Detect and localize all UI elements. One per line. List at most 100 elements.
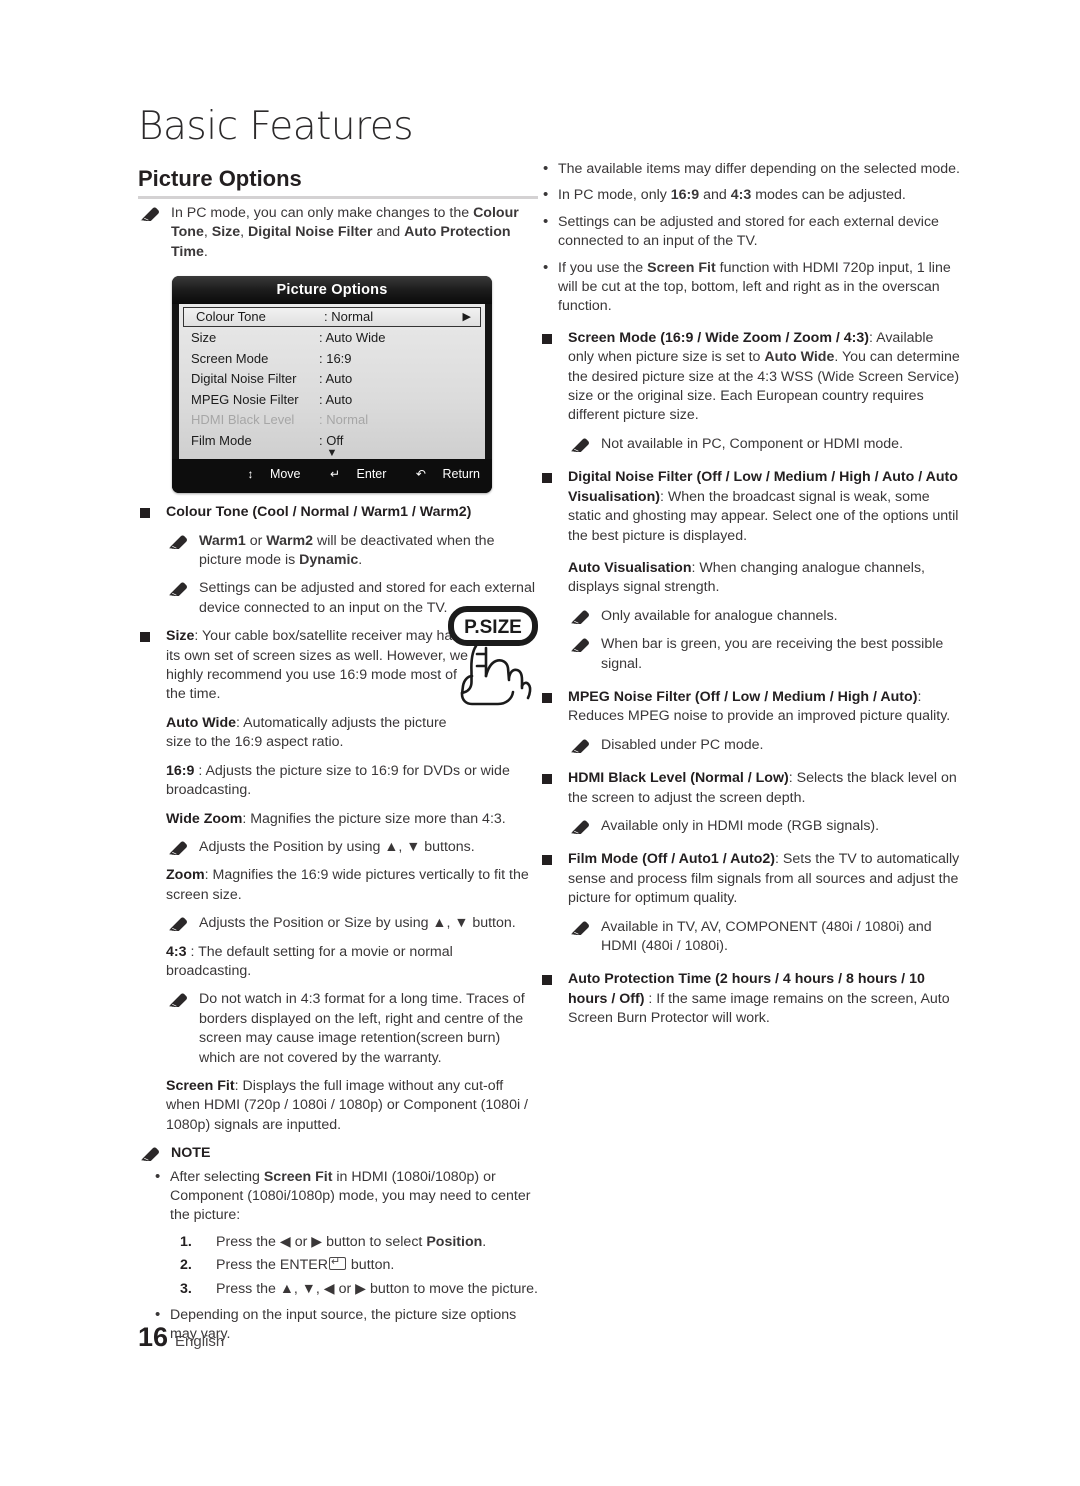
step-1-number: 1.: [180, 1233, 192, 1250]
intro-note: In PC mode, you can only make changes to…: [138, 204, 540, 262]
right-bullet-2: In PC mode, only 16:9 and 4:3 modes can …: [540, 185, 960, 205]
osd-row-digital-noise-filter[interactable]: Digital Noise Filter : Auto: [179, 369, 485, 390]
auto-visualisation-term: Auto Visualisation: [568, 559, 692, 576]
step-2: 2. Press the ENTER button.: [180, 1253, 540, 1275]
right-bullet-2-b2: 4:3: [730, 187, 752, 204]
osd-enter-label: Enter: [356, 467, 387, 481]
right-bullet-2-b: 16:9: [670, 187, 700, 204]
osd-label: Size: [191, 330, 217, 345]
wide-zoom-body: : Magnifies the picture size more than 4…: [242, 810, 506, 827]
enter-key-icon: ↵: [330, 467, 341, 481]
screen-fit-block: Screen Fit: Displays the full image with…: [166, 1077, 540, 1135]
section-divider: [138, 196, 538, 199]
return-arrow-icon: ↶: [415, 467, 426, 481]
mpeg-note-text: Disabled under PC mode.: [601, 736, 764, 753]
size-body: : Your cable box/satellite receiver may …: [166, 628, 468, 703]
auto-wide-term: Auto Wide: [166, 714, 237, 731]
pencil-icon: [140, 205, 164, 222]
osd-label: Digital Noise Filter: [191, 371, 297, 386]
ratio-4-3-note-text: Do not watch in 4:3 format for a long ti…: [199, 991, 525, 1066]
colour-tone-note-1: Warm1 or Warm2 will be deactivated when …: [166, 532, 540, 571]
note-label: NOTE: [171, 1145, 211, 1162]
colour-tone-note-1-text: Warm1 or Warm2 will be deactivated when …: [199, 532, 495, 569]
right-bullet-3: Settings can be adjusted and stored for …: [540, 212, 960, 252]
step-1-b: Position: [426, 1233, 483, 1250]
page-language: English: [175, 1333, 225, 1350]
ratio-4-3-block: 4:3 : The default setting for a movie or…: [166, 943, 540, 982]
right-bullet-4-a: If you use the: [558, 259, 648, 276]
move-arrows-icon: ↕: [247, 467, 254, 481]
osd-return-key[interactable]: ↶ Return: [403, 467, 480, 481]
chevron-right-icon: ▶: [462, 311, 471, 323]
step-3-a: Press the ▲, ▼, ◀ or ▶ button to move th…: [216, 1280, 538, 1297]
hdmi-heading: HDMI Black Level (Normal / Low): [568, 770, 789, 787]
zoom-body: : Magnifies the 16:9 wide pictures verti…: [166, 867, 529, 903]
wide-zoom-block: Wide Zoom: Magnifies the picture size mo…: [166, 810, 540, 829]
zoom-block: Zoom: Magnifies the 16:9 wide pictures v…: [166, 866, 540, 905]
film-note-text: Available in TV, AV, COMPONENT (480i / 1…: [601, 918, 932, 954]
step-2-c: button.: [346, 1257, 395, 1274]
right-bullet-2-mid: and: [699, 187, 731, 204]
ratio-16-9-body: : Adjusts the picture size to 16:9 for D…: [166, 762, 510, 799]
film-mode-item: Film Mode (Off / Auto1 / Auto2): Sets th…: [540, 850, 960, 908]
osd-body: Colour Tone : Normal ▶ Size : Auto Wide …: [179, 304, 485, 459]
step-2-a: Press the ENTER: [216, 1257, 328, 1274]
osd-row-mpeg-noise-filter[interactable]: MPEG Nosie Filter : Auto: [179, 390, 485, 411]
osd-row-hdmi-black-level: HDMI Black Level : Normal: [179, 410, 485, 431]
auto-visualisation-note-2-text: When bar is green, you are receiving the…: [601, 636, 944, 672]
auto-visualisation-block: Auto Visualisation: When changing analog…: [568, 559, 960, 598]
osd-value: : Auto Wide: [319, 330, 386, 345]
section-title: Picture Options: [138, 166, 302, 191]
digital-noise-filter-item: Digital Noise Filter (Off / Low / Medium…: [540, 468, 960, 546]
mpeg-noise-filter-item: MPEG Noise Filter (Off / Low / Medium / …: [540, 688, 960, 727]
right-bullet-3-text: Settings can be adjusted and stored for …: [558, 213, 939, 250]
osd-move-key[interactable]: ↕ Move: [234, 467, 300, 481]
osd-return-label: Return: [442, 467, 480, 481]
osd-label: Screen Mode: [191, 350, 269, 366]
psize-button-illustration: P.SIZE: [446, 606, 542, 708]
osd-footer: ↕ Move ↵ Enter ↶ Return: [172, 459, 492, 493]
osd-label: HDMI Black Level: [191, 412, 295, 427]
step-3-number: 3.: [180, 1280, 192, 1297]
note-bullet-1-b: Screen Fit: [263, 1168, 333, 1185]
ratio-4-3-body: : The default setting for a movie or nor…: [166, 943, 453, 979]
osd-enter-key[interactable]: ↵ Enter: [317, 467, 386, 481]
osd-value: : 16:9: [319, 350, 352, 366]
pencil-icon: [168, 839, 192, 856]
osd-label: Colour Tone: [196, 309, 266, 324]
hdmi-black-level-item: HDMI Black Level (Normal / Low): Selects…: [540, 769, 960, 808]
screen-mode-item: Screen Mode (16:9 / Wide Zoom / Zoom / 4…: [540, 329, 960, 426]
page-number: 16: [138, 1322, 169, 1352]
pencil-icon: [140, 1145, 164, 1163]
step-2-number: 2.: [180, 1257, 192, 1274]
step-1-c: .: [482, 1233, 487, 1250]
osd-row-size[interactable]: Size : Auto Wide: [179, 328, 485, 349]
osd-row-colour-tone[interactable]: Colour Tone : Normal ▶: [183, 307, 481, 327]
enter-key-icon: [328, 1253, 346, 1273]
ratio-16-9-term: 16:9: [166, 762, 195, 779]
film-note: Available in TV, AV, COMPONENT (480i / 1…: [568, 918, 960, 957]
colour-tone-item: Colour Tone (Cool / Normal / Warm1 / War…: [138, 503, 540, 522]
osd-move-label: Move: [269, 467, 301, 481]
zoom-note: Adjusts the Position or Size by using ▲,…: [166, 914, 540, 933]
screen-mode-note-text: Not available in PC, Component or HDMI m…: [601, 435, 904, 452]
scroll-down-icon[interactable]: ▼: [179, 448, 485, 459]
auto-visualisation-note-2: When bar is green, you are receiving the…: [568, 635, 960, 674]
note-label-row: NOTE: [138, 1144, 540, 1163]
ratio-16-9-block: 16:9 : Adjusts the picture size to 16:9 …: [166, 762, 540, 801]
mpeg-heading: MPEG Noise Filter (Off / Low / Medium / …: [568, 688, 918, 705]
right-bullet-2-c: modes can be adjusted.: [751, 187, 906, 204]
pencil-icon: [570, 436, 594, 453]
psize-button-label: P.SIZE: [464, 617, 522, 638]
pencil-icon: [570, 636, 594, 654]
osd-row-screen-mode[interactable]: Screen Mode : 16:9: [179, 349, 485, 370]
step-1-a: Press the ◀ or ▶ button to select: [216, 1233, 427, 1250]
wide-zoom-term: Wide Zoom: [166, 810, 243, 827]
manual-page: Basic Features Picture Options In PC mod…: [0, 0, 1080, 1486]
auto-protection-time-item: Auto Protection Time (2 hours / 4 hours …: [540, 970, 960, 1028]
pencil-icon: [168, 533, 192, 550]
wide-zoom-note-text: Adjusts the Position by using ▲, ▼ butto…: [199, 838, 475, 855]
intro-note-text: In PC mode, you can only make changes to…: [171, 205, 519, 260]
right-bullet-4-b: Screen Fit: [647, 259, 716, 276]
page-folio: 16 English: [138, 1322, 224, 1353]
